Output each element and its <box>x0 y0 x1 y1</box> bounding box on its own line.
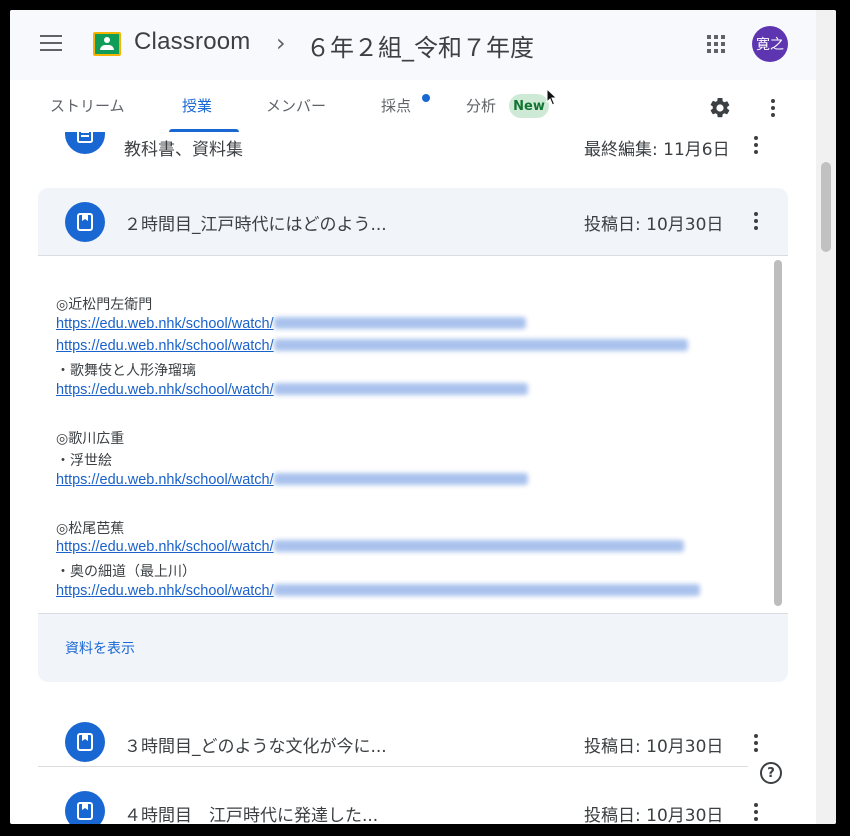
row-title[interactable]: 教科書、資料集 <box>124 135 243 160</box>
new-badge: New <box>509 94 549 118</box>
tab-classwork[interactable]: 授業 <box>182 95 212 116</box>
breadcrumb-separator: › <box>276 29 286 57</box>
assignment-description: ◎近松門左衛門 https://edu.web.nhk/school/watch… <box>38 256 788 614</box>
video-link[interactable]: https://edu.web.nhk/school/watch/ <box>56 472 528 488</box>
class-name[interactable]: ６年２組_令和７年度 <box>306 28 534 63</box>
description-scrollbar-thumb[interactable] <box>774 260 782 606</box>
tab-stream[interactable]: ストリーム <box>50 95 125 116</box>
material-icon <box>65 132 105 154</box>
more-vert-icon[interactable] <box>754 212 758 230</box>
expanded-assignment-card: ２時間目_江戸時代にはどのよう... 投稿日: 10月30日 ◎近松門左衛門 h… <box>38 188 788 682</box>
bullet-ukiyoe: ・浮世絵 <box>56 453 112 469</box>
mouse-cursor-icon <box>546 88 558 106</box>
heading-hiroshige: ◎歌川広重 <box>56 431 125 447</box>
row-divider <box>38 766 748 767</box>
assignment-date: 投稿日: 10月30日 <box>584 737 724 757</box>
video-link[interactable]: https://edu.web.nhk/school/watch/ <box>56 539 684 555</box>
video-link[interactable]: https://edu.web.nhk/school/watch/ <box>56 338 688 354</box>
video-link[interactable]: https://edu.web.nhk/school/watch/ <box>56 382 528 398</box>
bullet-kabuki: ・歌舞伎と人形浄瑠璃 <box>56 363 196 379</box>
heading-basho: ◎松尾芭蕉 <box>56 521 125 537</box>
assignment-icon <box>65 722 105 762</box>
assignment-date: 投稿日: 10月30日 <box>584 806 724 824</box>
assignment-title[interactable]: ２時間目_江戸時代にはどのよう... <box>124 210 387 235</box>
help-icon[interactable]: ? <box>760 762 782 784</box>
more-vert-icon[interactable] <box>754 803 758 821</box>
page-scrollbar[interactable] <box>816 10 836 824</box>
video-link[interactable]: https://edu.web.nhk/school/watch/ <box>56 583 700 599</box>
assignment-icon <box>65 202 105 242</box>
grades-notification-dot <box>422 94 430 102</box>
classwork-list: 教科書、資料集 最終編集: 11月6日 ２時間目_江戸時代にはどのよう... 投… <box>10 132 816 824</box>
assignment-title[interactable]: ４時間目 江戸時代に発達した... <box>124 801 378 824</box>
heading-chikamatsu: ◎近松門左衛門 <box>56 297 153 313</box>
top-app-bar: Classroom › ６年２組_令和７年度 寛之 <box>10 10 816 80</box>
app-window: Classroom › ６年２組_令和７年度 寛之 ストリーム 授業 メンバー … <box>10 10 836 824</box>
bullet-okunohosomichi: ・奥の細道（最上川） <box>56 564 196 580</box>
more-vert-icon[interactable] <box>754 136 758 154</box>
assignment-icon <box>65 791 105 824</box>
more-vert-icon[interactable] <box>754 734 758 752</box>
video-link[interactable]: https://edu.web.nhk/school/watch/ <box>56 316 526 332</box>
row-date: 最終編集: 11月6日 <box>584 140 730 160</box>
assignment-title[interactable]: ３時間目_どのような文化が今に... <box>124 732 387 757</box>
apps-icon[interactable] <box>707 35 725 53</box>
assignment-date: 投稿日: 10月30日 <box>584 215 724 235</box>
app-name[interactable]: Classroom <box>134 28 251 56</box>
tab-people[interactable]: メンバー <box>266 95 326 116</box>
page-scrollbar-thumb[interactable] <box>821 162 831 252</box>
menu-icon[interactable] <box>40 35 62 53</box>
gear-icon[interactable] <box>708 96 732 120</box>
show-materials-link[interactable]: 資料を表示 <box>65 638 135 658</box>
avatar[interactable]: 寛之 <box>752 26 788 62</box>
tab-bar: ストリーム 授業 メンバー 採点 分析 <box>10 80 816 132</box>
tab-grades[interactable]: 採点 <box>381 95 411 116</box>
description-scrollbar[interactable] <box>774 260 782 606</box>
classroom-logo-icon[interactable] <box>93 32 121 56</box>
more-vert-icon[interactable] <box>771 99 775 117</box>
tab-analytics[interactable]: 分析 <box>466 95 496 116</box>
